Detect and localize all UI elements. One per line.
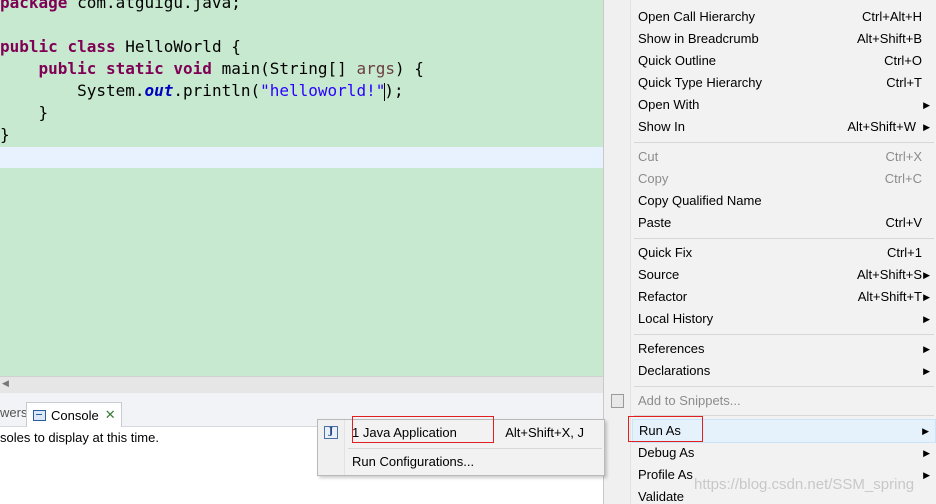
code-line-3: public class HelloWorld {	[0, 36, 241, 58]
code-line-4: public static void main(String[] args) {	[38, 59, 424, 78]
code-line-1: package com.atguigu.java;	[0, 0, 241, 14]
submenu-arrow-icon: ▶	[923, 270, 930, 280]
menu-item-show-in-breadcrumb[interactable]: Show in Breadcrumb Alt+Shift+B	[632, 28, 936, 50]
menu-item-quick-fix[interactable]: Quick Fix Ctrl+1	[632, 242, 936, 264]
console-icon	[33, 409, 46, 421]
code-editor[interactable]: package com.atguigu.java; public class H…	[0, 0, 603, 376]
system-ref: System.	[77, 81, 145, 100]
menu-item-copy-qualified-name[interactable]: Copy Qualified Name	[632, 190, 936, 212]
menu-item-add-to-snippets[interactable]: Add to Snippets...	[632, 390, 936, 412]
current-line-highlight	[0, 147, 603, 168]
menu-item-open-call-hierarchy[interactable]: Open Call Hierarchy Ctrl+Alt+H	[632, 6, 936, 28]
submenu-item-java-application[interactable]: 1 Java Application Alt+Shift+X, J	[346, 420, 604, 446]
close-icon[interactable]: ✕	[105, 407, 116, 423]
menu-separator	[634, 238, 934, 239]
keyword-class: class	[67, 37, 116, 56]
menu-separator	[634, 415, 934, 416]
snippet-icon	[611, 394, 624, 408]
keyword-void: void	[173, 59, 212, 78]
code-line-5: System.out.println("helloworld!");	[77, 81, 404, 101]
menu-separator	[634, 142, 934, 143]
scroll-left-arrow-icon[interactable]: ◀	[2, 378, 9, 389]
menu-item-quick-type-hierarchy[interactable]: Quick Type Hierarchy Ctrl+T	[632, 72, 936, 94]
tab-console-label: Console	[51, 407, 99, 423]
menu-separator	[634, 334, 934, 335]
menu-item-local-history[interactable]: Local History ▶	[632, 308, 936, 330]
submenu-icon-gutter: J	[318, 420, 345, 475]
menu-item-copy[interactable]: Copy Ctrl+C	[632, 168, 936, 190]
menu-item-source[interactable]: Source Alt+Shift+S ▶	[632, 264, 936, 286]
keyword-public: public	[0, 37, 58, 56]
keyword-public: public	[38, 59, 97, 78]
menu-separator	[634, 386, 934, 387]
package-name: com.atguigu.java;	[67, 0, 241, 12]
menu-item-show-in[interactable]: Show In Alt+Shift+W ▶	[632, 116, 936, 138]
keyword-static: static	[105, 59, 164, 78]
context-menu: Open Call Hierarchy Ctrl+Alt+H Show in Br…	[603, 0, 936, 504]
field-out: out	[144, 81, 174, 100]
submenu-arrow-icon: ▶	[923, 366, 930, 376]
tab-console[interactable]: Console ✕	[26, 402, 122, 427]
console-message: soles to display at this time.	[0, 430, 159, 445]
parameter-args: args	[356, 59, 395, 78]
editor-horizontal-scrollbar[interactable]: ◀	[0, 376, 603, 393]
menu-item-references[interactable]: References ▶	[632, 338, 936, 360]
submenu-item-run-configurations[interactable]: Run Configurations...	[346, 449, 604, 475]
menu-item-refactor[interactable]: Refactor Alt+Shift+T ▶	[632, 286, 936, 308]
watermark: https://blog.csdn.net/SSM_spring	[694, 476, 915, 493]
class-declaration: HelloWorld {	[115, 37, 241, 56]
menu-item-run-as[interactable]: Run As ▶	[632, 419, 936, 443]
menu-item-debug-as[interactable]: Debug As ▶	[632, 442, 936, 464]
println-call: .println(	[173, 81, 261, 100]
submenu-arrow-icon: ▶	[923, 122, 930, 132]
submenu-arrow-icon: ▶	[923, 448, 930, 458]
submenu-arrow-icon: ▶	[922, 426, 929, 436]
menu-item-cut[interactable]: Cut Ctrl+X	[632, 146, 936, 168]
menu-item-declarations[interactable]: Declarations ▶	[632, 360, 936, 382]
menu-item-paste[interactable]: Paste Ctrl+V	[632, 212, 936, 234]
menu-icon-gutter	[604, 0, 631, 504]
submenu-arrow-icon: ▶	[923, 292, 930, 302]
code-line-7: }	[0, 125, 10, 144]
string-literal: "helloworld!"	[260, 81, 386, 100]
java-application-icon: J	[324, 426, 338, 439]
menu-item-quick-outline[interactable]: Quick Outline Ctrl+O	[632, 50, 936, 72]
method-signature: main(String[]	[211, 59, 357, 78]
menu-item-open-with[interactable]: Open With ▶	[632, 94, 936, 116]
tab-servers-partial[interactable]: wers	[0, 405, 27, 420]
run-as-submenu: J 1 Java Application Alt+Shift+X, J Run C…	[317, 416, 605, 476]
submenu-arrow-icon: ▶	[923, 470, 930, 480]
code-line-6: }	[0, 103, 49, 122]
submenu-arrow-icon: ▶	[923, 314, 930, 324]
submenu-arrow-icon: ▶	[923, 100, 930, 110]
submenu-arrow-icon: ▶	[923, 344, 930, 354]
keyword-package: package	[0, 0, 68, 12]
